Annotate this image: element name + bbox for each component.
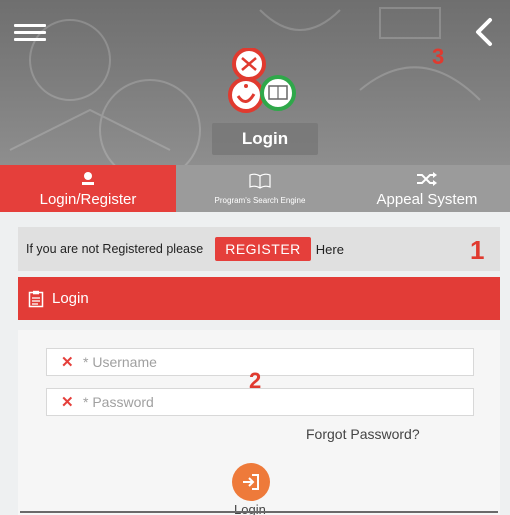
register-suffix-text: Here [315, 241, 344, 257]
shuffle-icon [416, 170, 438, 188]
error-x-icon: ✕ [61, 394, 74, 411]
page-title: Login [241, 129, 289, 148]
login-button-label: Login [234, 502, 266, 515]
tab-label: Program's Search Engine [214, 196, 306, 205]
clipboard-icon [28, 290, 44, 307]
chevron-left-icon[interactable] [470, 16, 498, 48]
tab-label: Login/Register [39, 190, 137, 208]
hamburger-menu-icon[interactable] [14, 24, 46, 42]
bottom-divider [20, 511, 498, 513]
sign-in-icon [243, 474, 259, 490]
annotation-number-3: 3 [432, 44, 445, 69]
app-screen: 3 Login Login/Register Program's Search … [0, 0, 510, 515]
error-x-icon: ✕ [61, 354, 74, 371]
login-panel-title: Login [52, 290, 89, 307]
login-panel-header: Login [18, 277, 500, 320]
tab-label: Appeal System [376, 190, 478, 208]
password-field: ✕ [46, 388, 474, 416]
register-button[interactable]: REGISTER [215, 237, 311, 261]
user-icon [80, 170, 96, 188]
tab-program-search-engine[interactable]: Program's Search Engine [176, 165, 344, 212]
book-icon [249, 172, 271, 190]
username-input[interactable] [83, 354, 443, 370]
register-notice-bar: If you are not Registered please REGISTE… [18, 227, 500, 271]
tab-bar: Login/Register Program's Search Engine A… [0, 165, 510, 212]
tab-appeal-system[interactable]: Appeal System [344, 165, 510, 212]
annotation-number-1: 1 [470, 235, 485, 265]
tab-login-register[interactable]: Login/Register [0, 165, 176, 212]
register-prefix-text: If you are not Registered please [26, 242, 204, 256]
three-circles-logo-icon [228, 48, 296, 113]
header: 3 Login [0, 0, 510, 165]
login-title-badge: Login [212, 123, 318, 155]
password-input[interactable] [83, 394, 443, 410]
forgot-password-link[interactable]: Forgot Password? [306, 426, 420, 442]
login-button[interactable] [232, 463, 270, 501]
